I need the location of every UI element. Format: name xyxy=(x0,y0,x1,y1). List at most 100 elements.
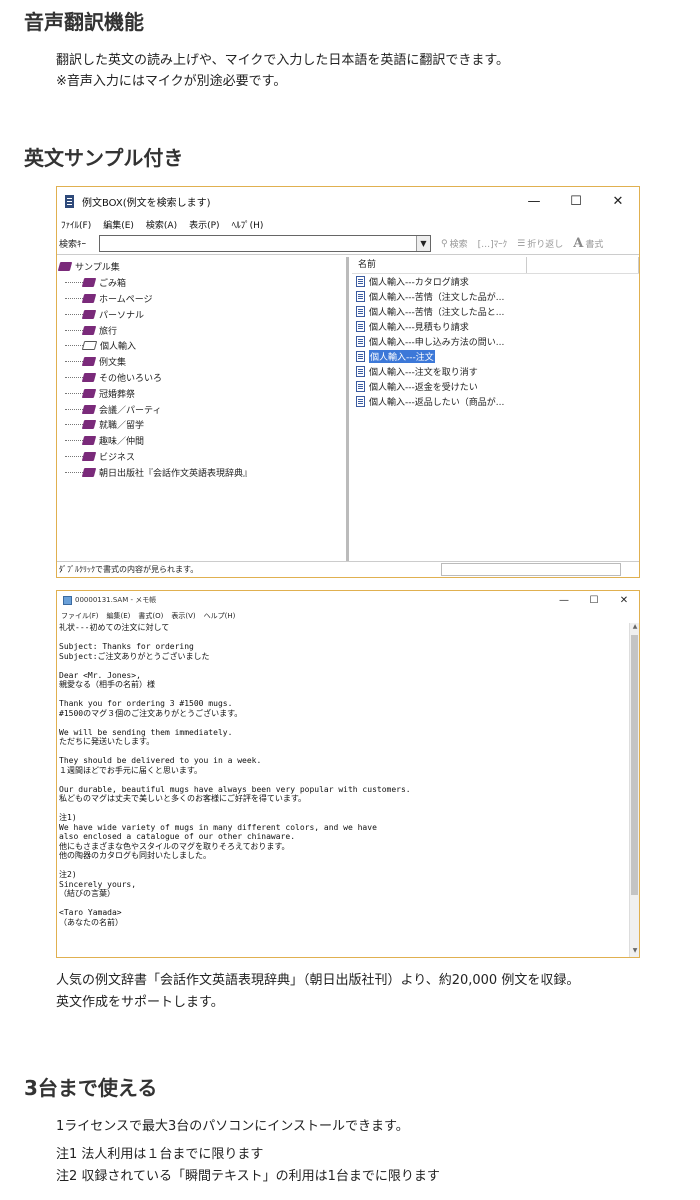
window-titlebar[interactable]: 例文BOX(例文を検索します) — ☐ ✕ xyxy=(57,187,639,215)
wrap-button[interactable]: ☰ 折り返し xyxy=(517,237,563,251)
close-button[interactable]: ✕ xyxy=(597,194,639,209)
tree-root[interactable]: サンプル集 xyxy=(57,259,346,275)
tree-item[interactable]: 例文集 xyxy=(57,354,346,370)
book-icon xyxy=(81,293,97,303)
list-item-label: 個人輸入---申し込み方法の問い... xyxy=(369,338,505,348)
notepad-maximize-button[interactable]: ☐ xyxy=(579,595,609,606)
category-tree[interactable]: サンプル集 ごみ箱ホームページ パーソナル旅行 個人輸入 例文集 その他いろいろ冠婚葬祭… xyxy=(57,257,349,561)
list-item[interactable]: 個人輸入---見積もり請求 xyxy=(352,319,639,334)
list-item-label: 個人輸入---苦情（注文した品と... xyxy=(369,308,505,318)
book-icon xyxy=(81,357,97,367)
notepad-menu-help[interactable]: ヘルプ(H) xyxy=(204,611,236,621)
wrap-icon: ☰ xyxy=(517,238,526,249)
vertical-scrollbar[interactable]: ▲ ▼ xyxy=(629,623,639,957)
column-name[interactable]: 名前 xyxy=(352,257,528,273)
text-file-icon xyxy=(356,366,365,377)
list-item[interactable]: 個人輸入---注文 xyxy=(352,349,639,364)
list-item[interactable]: 個人輸入---申し込み方法の問い... xyxy=(352,334,639,349)
example-box-window: 例文BOX(例文を検索します) — ☐ ✕ ﾌｧｲﾙ(F) 編集(E) 検索(A… xyxy=(56,186,640,578)
list-item[interactable]: 個人輸入---苦情（注文した品と... xyxy=(352,304,639,319)
text-file-icon xyxy=(356,276,365,287)
notepad-menu-file[interactable]: ファイル(F) xyxy=(61,611,99,621)
notepad-icon xyxy=(63,595,72,605)
tree-connector xyxy=(65,282,83,284)
dropdown-arrow-icon[interactable]: ▼ xyxy=(416,236,430,251)
document-icon xyxy=(65,194,74,208)
tree-item[interactable]: 朝日出版社『会話作文英語表現辞典』 xyxy=(57,464,346,480)
tree-item-label: 冠婚葬祭 xyxy=(99,389,136,400)
section-heading-voice: 音声翻訳機能 xyxy=(24,10,144,34)
text-file-icon xyxy=(356,381,365,392)
search-key-input[interactable]: ▼ xyxy=(99,235,431,252)
list-item[interactable]: 個人輸入---苦情（注文した品が... xyxy=(352,289,639,304)
menu-view[interactable]: 表示(P) xyxy=(189,218,219,231)
list-item-label: 個人輸入---苦情（注文した品が... xyxy=(369,293,505,303)
license-note-1: 注1 法人利用は１台までに限ります xyxy=(56,1147,264,1162)
tree-item[interactable]: ごみ箱 xyxy=(57,275,346,291)
scroll-up-icon[interactable]: ▲ xyxy=(630,623,639,633)
column-empty[interactable] xyxy=(527,257,639,273)
voice-description: 翻訳した英文の読み上げや、マイクで入力した日本語を英語に翻訳できます。 xyxy=(56,53,510,68)
tree-item[interactable]: その他いろいろ xyxy=(57,370,346,386)
menu-file[interactable]: ﾌｧｲﾙ(F) xyxy=(61,218,91,231)
status-bar: ﾀﾞﾌﾞﾙｸﾘｯｸで書式の内容が見られます。 xyxy=(57,561,639,577)
tree-item[interactable]: ビジネス xyxy=(57,449,346,465)
book-icon xyxy=(81,325,97,335)
tree-connector xyxy=(65,392,83,394)
list-item-label: 個人輸入---見積もり請求 xyxy=(369,323,469,333)
tree-connector xyxy=(65,376,83,378)
book-icon xyxy=(81,388,97,398)
list-item[interactable]: 個人輸入---注文を取り消す xyxy=(352,364,639,379)
list-item[interactable]: 個人輸入---カタログ請求 xyxy=(352,274,639,289)
section-heading-license: 3台まで使える xyxy=(24,1076,158,1100)
list-item-label: 個人輸入---注文 xyxy=(369,350,435,363)
tree-item[interactable]: ホームページ xyxy=(57,291,346,307)
notepad-minimize-button[interactable]: — xyxy=(549,595,579,606)
list-item-label: 個人輸入---返品したい（商品が... xyxy=(369,398,505,408)
tree-item[interactable]: 冠婚葬祭 xyxy=(57,385,346,401)
notepad-menu-view[interactable]: 表示(V) xyxy=(171,611,195,621)
status-text: ﾀﾞﾌﾞﾙｸﾘｯｸで書式の内容が見られます。 xyxy=(59,565,199,574)
example-list[interactable]: 名前 個人輸入---カタログ請求個人輸入---苦情（注文した品が... 個人輸入-… xyxy=(352,257,639,561)
tree-item-label: ホームページ xyxy=(99,294,153,305)
notepad-close-button[interactable]: ✕ xyxy=(609,595,639,606)
tree-item-label: 趣味／仲間 xyxy=(99,437,145,448)
tree-item[interactable]: 就職／留学 xyxy=(57,417,346,433)
style-button[interactable]: A 書式 xyxy=(573,236,603,251)
scroll-down-icon[interactable]: ▼ xyxy=(630,947,639,957)
notepad-menu-bar: ファイル(F) 編集(E) 書式(O) 表示(V) ヘルプ(H) xyxy=(57,609,639,623)
menu-edit[interactable]: 編集(E) xyxy=(103,218,134,231)
list-header[interactable]: 名前 xyxy=(352,257,639,274)
tree-connector xyxy=(65,424,83,426)
notepad-titlebar[interactable]: 00000131.SAM - メモ帳 — ☐ ✕ xyxy=(57,591,639,609)
mark-button[interactable]: […]ﾏｰｸ xyxy=(478,237,508,250)
voice-note: ※音声入力にはマイクが別途必要です。 xyxy=(56,74,287,89)
book-icon xyxy=(81,467,97,477)
text-file-icon xyxy=(356,336,365,347)
minimize-button[interactable]: — xyxy=(513,194,555,209)
maximize-button[interactable]: ☐ xyxy=(555,194,597,209)
tree-connector xyxy=(65,313,83,315)
menu-help[interactable]: ﾍﾙﾌﾟ(H) xyxy=(232,218,264,231)
book-icon xyxy=(81,309,97,319)
list-item[interactable]: 個人輸入---返金を受けたい xyxy=(352,379,639,394)
tree-item[interactable]: 趣味／仲間 xyxy=(57,433,346,449)
text-file-icon xyxy=(356,351,365,362)
tree-item[interactable]: パーソナル xyxy=(57,306,346,322)
book-icon xyxy=(81,372,97,382)
book-icon xyxy=(81,451,97,461)
tree-item[interactable]: 旅行 xyxy=(57,322,346,338)
tree-item[interactable]: 個人輸入 xyxy=(57,338,346,354)
samples-caption: 人気の例文辞書「会話作文英語表現辞典」（朝日出版社刊）より、約20,000 例文… xyxy=(56,973,580,988)
list-item[interactable]: 個人輸入---返品したい（商品が... xyxy=(352,394,639,409)
tree-item[interactable]: 会議／パーティ xyxy=(57,401,346,417)
book-icon xyxy=(81,420,97,430)
notepad-text-area[interactable]: 礼状---初めての注文に対して Subject: Thanks for orde… xyxy=(59,623,629,957)
notepad-menu-edit[interactable]: 編集(E) xyxy=(107,611,131,621)
menu-search[interactable]: 検索(A) xyxy=(146,218,177,231)
tree-item-label: 旅行 xyxy=(99,326,118,337)
notepad-menu-format[interactable]: 書式(O) xyxy=(138,611,163,621)
list-item-label: 個人輸入---注文を取り消す xyxy=(369,368,478,378)
scroll-thumb[interactable] xyxy=(631,635,638,895)
search-button[interactable]: ⚲ 検索 xyxy=(441,237,468,251)
